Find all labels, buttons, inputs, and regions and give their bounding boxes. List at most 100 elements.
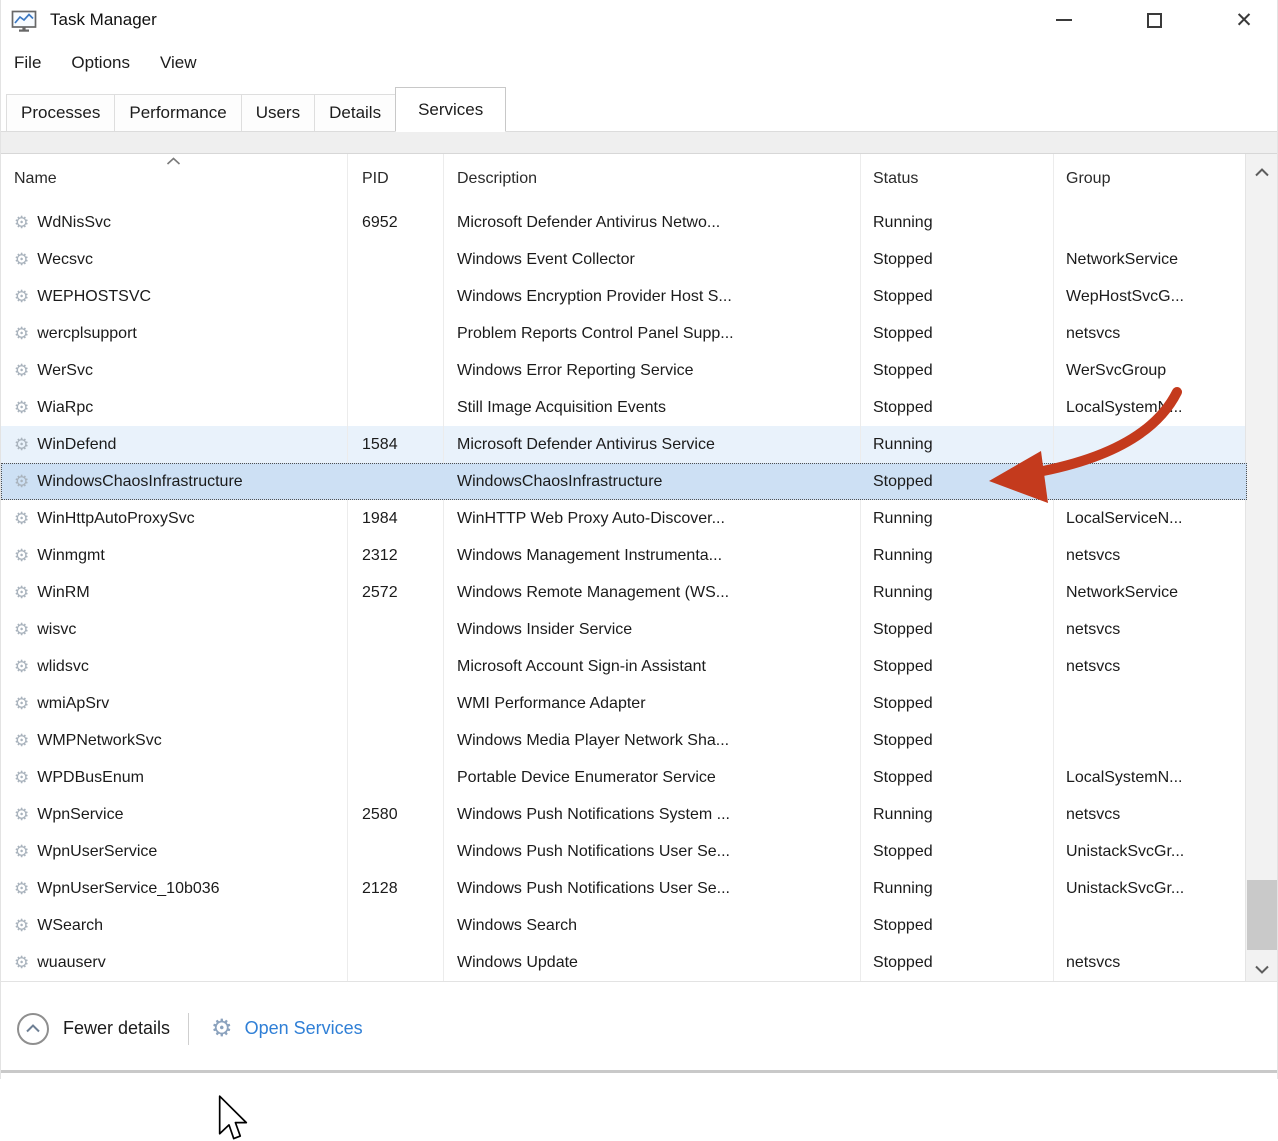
minimize-button[interactable] (1041, 0, 1087, 40)
table-row[interactable]: ⚙WdNisSvc6952Microsoft Defender Antiviru… (1, 204, 1247, 241)
service-gear-icon: ⚙ (14, 796, 29, 833)
service-name: WMPNetworkSvc (37, 722, 161, 759)
service-name: WSearch (37, 907, 103, 944)
column-header-description[interactable]: Description (444, 154, 861, 204)
service-name-cell: ⚙Wecsvc (1, 241, 348, 278)
service-gear-icon: ⚙ (14, 241, 29, 278)
service-description-cell: Windows Event Collector (444, 241, 861, 278)
service-pid-cell (348, 833, 444, 870)
table-row[interactable]: ⚙WpnService2580Windows Push Notification… (1, 796, 1247, 833)
tab-processes[interactable]: Processes (6, 94, 115, 131)
maximize-button[interactable] (1131, 0, 1177, 40)
service-description-cell: Windows Remote Management (WS... (444, 574, 861, 611)
service-name-cell: ⚙WindowsChaosInfrastructure (1, 463, 348, 500)
service-gear-icon: ⚙ (14, 611, 29, 648)
scroll-down-icon[interactable] (1246, 965, 1277, 974)
table-row[interactable]: ⚙WindowsChaosInfrastructureWindowsChaosI… (1, 463, 1247, 500)
services-gear-icon: ⚙ (211, 1014, 233, 1043)
service-gear-icon: ⚙ (14, 759, 29, 796)
service-group-cell: LocalSystemN... (1054, 389, 1247, 426)
tab-services[interactable]: Services (395, 87, 506, 132)
tab-users[interactable]: Users (241, 94, 315, 131)
titlebar: Task Manager ✕ (1, 0, 1277, 40)
table-row[interactable]: ⚙wlidsvcMicrosoft Account Sign-in Assist… (1, 648, 1247, 685)
close-button[interactable]: ✕ (1221, 0, 1267, 40)
table-row[interactable]: ⚙wisvcWindows Insider ServiceStoppednets… (1, 611, 1247, 648)
table-row[interactable]: ⚙WpnUserService_10b0362128Windows Push N… (1, 870, 1247, 907)
table-row[interactable]: ⚙WEPHOSTSVCWindows Encryption Provider H… (1, 278, 1247, 315)
menu-file[interactable]: File (14, 53, 41, 73)
service-group-cell (1054, 685, 1247, 722)
service-name: WpnUserService_10b036 (37, 870, 219, 907)
table-row[interactable]: ⚙WSearchWindows SearchStopped (1, 907, 1247, 944)
tab-details[interactable]: Details (314, 94, 396, 131)
table-row[interactable]: ⚙WerSvcWindows Error Reporting ServiceSt… (1, 352, 1247, 389)
service-pid-cell: 2572 (348, 574, 444, 611)
service-name: WinRM (37, 574, 89, 611)
close-icon: ✕ (1235, 10, 1253, 31)
service-description-cell: Windows Push Notifications User Se... (444, 833, 861, 870)
table-row[interactable]: ⚙Winmgmt2312Windows Management Instrumen… (1, 537, 1247, 574)
service-status-cell: Stopped (861, 648, 1054, 685)
service-status-cell: Stopped (861, 944, 1054, 981)
open-services-link[interactable]: ⚙ Open Services (211, 1014, 363, 1043)
service-group-cell: LocalSystemN... (1054, 759, 1247, 796)
service-name: WindowsChaosInfrastructure (37, 463, 242, 500)
service-description-cell: Microsoft Defender Antivirus Netwo... (444, 204, 861, 241)
fewer-details-button[interactable]: Fewer details (17, 1013, 170, 1045)
column-header-status[interactable]: Status (861, 154, 1054, 204)
column-header-pid[interactable]: PID (348, 154, 444, 204)
column-header-group[interactable]: Group (1054, 154, 1247, 204)
service-name: Winmgmt (37, 537, 105, 574)
service-group-cell (1054, 426, 1247, 463)
service-group-cell: UnistackSvcGr... (1054, 870, 1247, 907)
service-name-cell: ⚙WiaRpc (1, 389, 348, 426)
service-gear-icon: ⚙ (14, 463, 29, 500)
table-row[interactable]: ⚙WinRM2572Windows Remote Management (WS.… (1, 574, 1247, 611)
service-name: WiaRpc (37, 389, 93, 426)
service-group-cell: LocalServiceN... (1054, 500, 1247, 537)
table-row[interactable]: ⚙WinDefend1584Microsoft Defender Antivir… (1, 426, 1247, 463)
table-row[interactable]: ⚙wercplsupportProblem Reports Control Pa… (1, 315, 1247, 352)
scrollbar-thumb[interactable] (1247, 880, 1277, 950)
service-name-cell: ⚙wisvc (1, 611, 348, 648)
service-pid-cell: 2128 (348, 870, 444, 907)
scroll-up-icon[interactable] (1246, 168, 1277, 177)
table-row[interactable]: ⚙wuauservWindows UpdateStoppednetsvcs (1, 944, 1247, 981)
table-row[interactable]: ⚙WinHttpAutoProxySvc1984WinHTTP Web Prox… (1, 500, 1247, 537)
service-pid-cell (348, 278, 444, 315)
table-row[interactable]: ⚙WpnUserServiceWindows Push Notification… (1, 833, 1247, 870)
vertical-scrollbar[interactable] (1245, 154, 1277, 982)
service-status-cell: Running (861, 500, 1054, 537)
service-pid-cell (348, 907, 444, 944)
menu-options[interactable]: Options (71, 53, 130, 73)
service-gear-icon: ⚙ (14, 389, 29, 426)
menubar: File Options View (1, 40, 1277, 86)
service-group-cell: netsvcs (1054, 796, 1247, 833)
service-pid-cell: 2312 (348, 537, 444, 574)
tab-performance[interactable]: Performance (114, 94, 241, 131)
table-row[interactable]: ⚙wmiApSrvWMI Performance AdapterStopped (1, 685, 1247, 722)
service-pid-cell (348, 759, 444, 796)
service-name-cell: ⚙WdNisSvc (1, 204, 348, 241)
table-row[interactable]: ⚙WPDBusEnumPortable Device Enumerator Se… (1, 759, 1247, 796)
service-status-cell: Stopped (861, 389, 1054, 426)
window-bottom-edge (1, 1070, 1277, 1073)
service-name: WEPHOSTSVC (37, 278, 151, 315)
menu-view[interactable]: View (160, 53, 197, 73)
service-status-cell: Stopped (861, 463, 1054, 500)
service-status-cell: Running (861, 204, 1054, 241)
service-description-cell: Windows Management Instrumenta... (444, 537, 861, 574)
service-pid-cell (348, 944, 444, 981)
footer-divider (188, 1013, 189, 1045)
service-status-cell: Stopped (861, 907, 1054, 944)
service-name: wlidsvc (37, 648, 89, 685)
table-row[interactable]: ⚙WiaRpcStill Image Acquisition EventsSto… (1, 389, 1247, 426)
service-description-cell: Windows Encryption Provider Host S... (444, 278, 861, 315)
service-status-cell: Running (861, 870, 1054, 907)
service-status-cell: Stopped (861, 759, 1054, 796)
table-row[interactable]: ⚙WecsvcWindows Event CollectorStoppedNet… (1, 241, 1247, 278)
service-pid-cell (348, 315, 444, 352)
service-group-cell (1054, 722, 1247, 759)
table-row[interactable]: ⚙WMPNetworkSvcWindows Media Player Netwo… (1, 722, 1247, 759)
